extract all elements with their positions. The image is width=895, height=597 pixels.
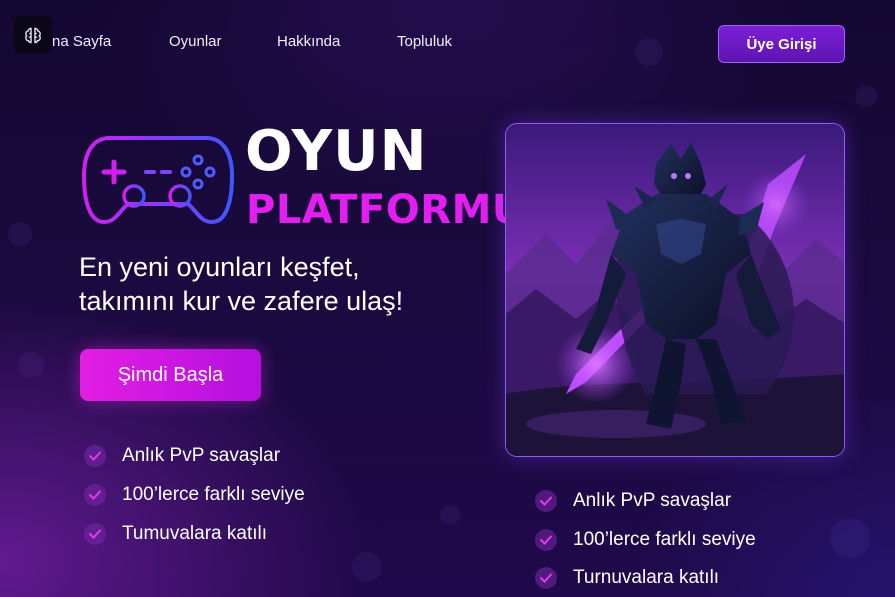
feature-text: 100’lerce farklı seviye — [573, 529, 756, 550]
nav-about-link[interactable]: Hakkında — [277, 33, 340, 50]
armored-knight-illustration — [506, 124, 844, 456]
site-logo[interactable] — [14, 16, 52, 54]
feature-text: 100’lerce farklı seviye — [122, 484, 305, 505]
list-item: 100’lerce farklı seviye — [84, 483, 305, 507]
check-icon — [84, 445, 106, 467]
feature-text: Anlık PvP savaşlar — [122, 445, 281, 466]
hero-artwork — [505, 123, 845, 457]
brain-icon — [25, 27, 41, 44]
feature-text: Turnuvalara katılı — [573, 567, 720, 588]
login-button[interactable]: Üye Girişi — [718, 25, 845, 63]
nav-community-link[interactable]: Topluluk — [397, 33, 452, 50]
check-icon — [84, 484, 106, 506]
nav-home-link[interactable]: na Sayfa — [52, 33, 111, 50]
feature-text: Tumuvalara katılı — [122, 523, 268, 544]
tagline-line2: takımını kur ve zafere ulaş! — [79, 286, 404, 316]
check-icon — [535, 567, 557, 589]
tagline-line1: En yeni oyunları keşfet, — [79, 252, 360, 282]
list-item: Anlık PvP savaşlar — [535, 489, 731, 513]
hero-tagline: En yeni oyunları keşfet, takımını kur ve… — [79, 250, 499, 318]
background-bokeh — [830, 518, 870, 558]
background-bokeh — [855, 85, 877, 107]
feature-text: Anlık PvP savaşlar — [573, 490, 732, 511]
background-bokeh — [18, 352, 44, 378]
check-icon — [535, 490, 557, 512]
background-bokeh — [635, 38, 663, 66]
hero-title-line2: PLATFORMU — [246, 187, 525, 233]
hero-title-line1: OYUN — [245, 119, 428, 184]
background-bokeh — [440, 505, 460, 525]
background-bokeh — [8, 222, 32, 246]
list-item: Tumuvalara katılı — [84, 522, 267, 546]
list-item: Turnuvalara katılı — [535, 566, 719, 590]
check-icon — [535, 529, 557, 551]
background-bokeh — [352, 552, 382, 582]
gamepad-icon — [82, 136, 234, 224]
start-now-button[interactable]: Şimdi Başla — [80, 349, 261, 401]
list-item: Anlık PvP savaşlar — [84, 444, 280, 468]
check-icon — [84, 523, 106, 545]
list-item: 100’lerce farklı seviye — [535, 528, 756, 552]
nav-games-link[interactable]: Oyunlar — [169, 33, 222, 50]
